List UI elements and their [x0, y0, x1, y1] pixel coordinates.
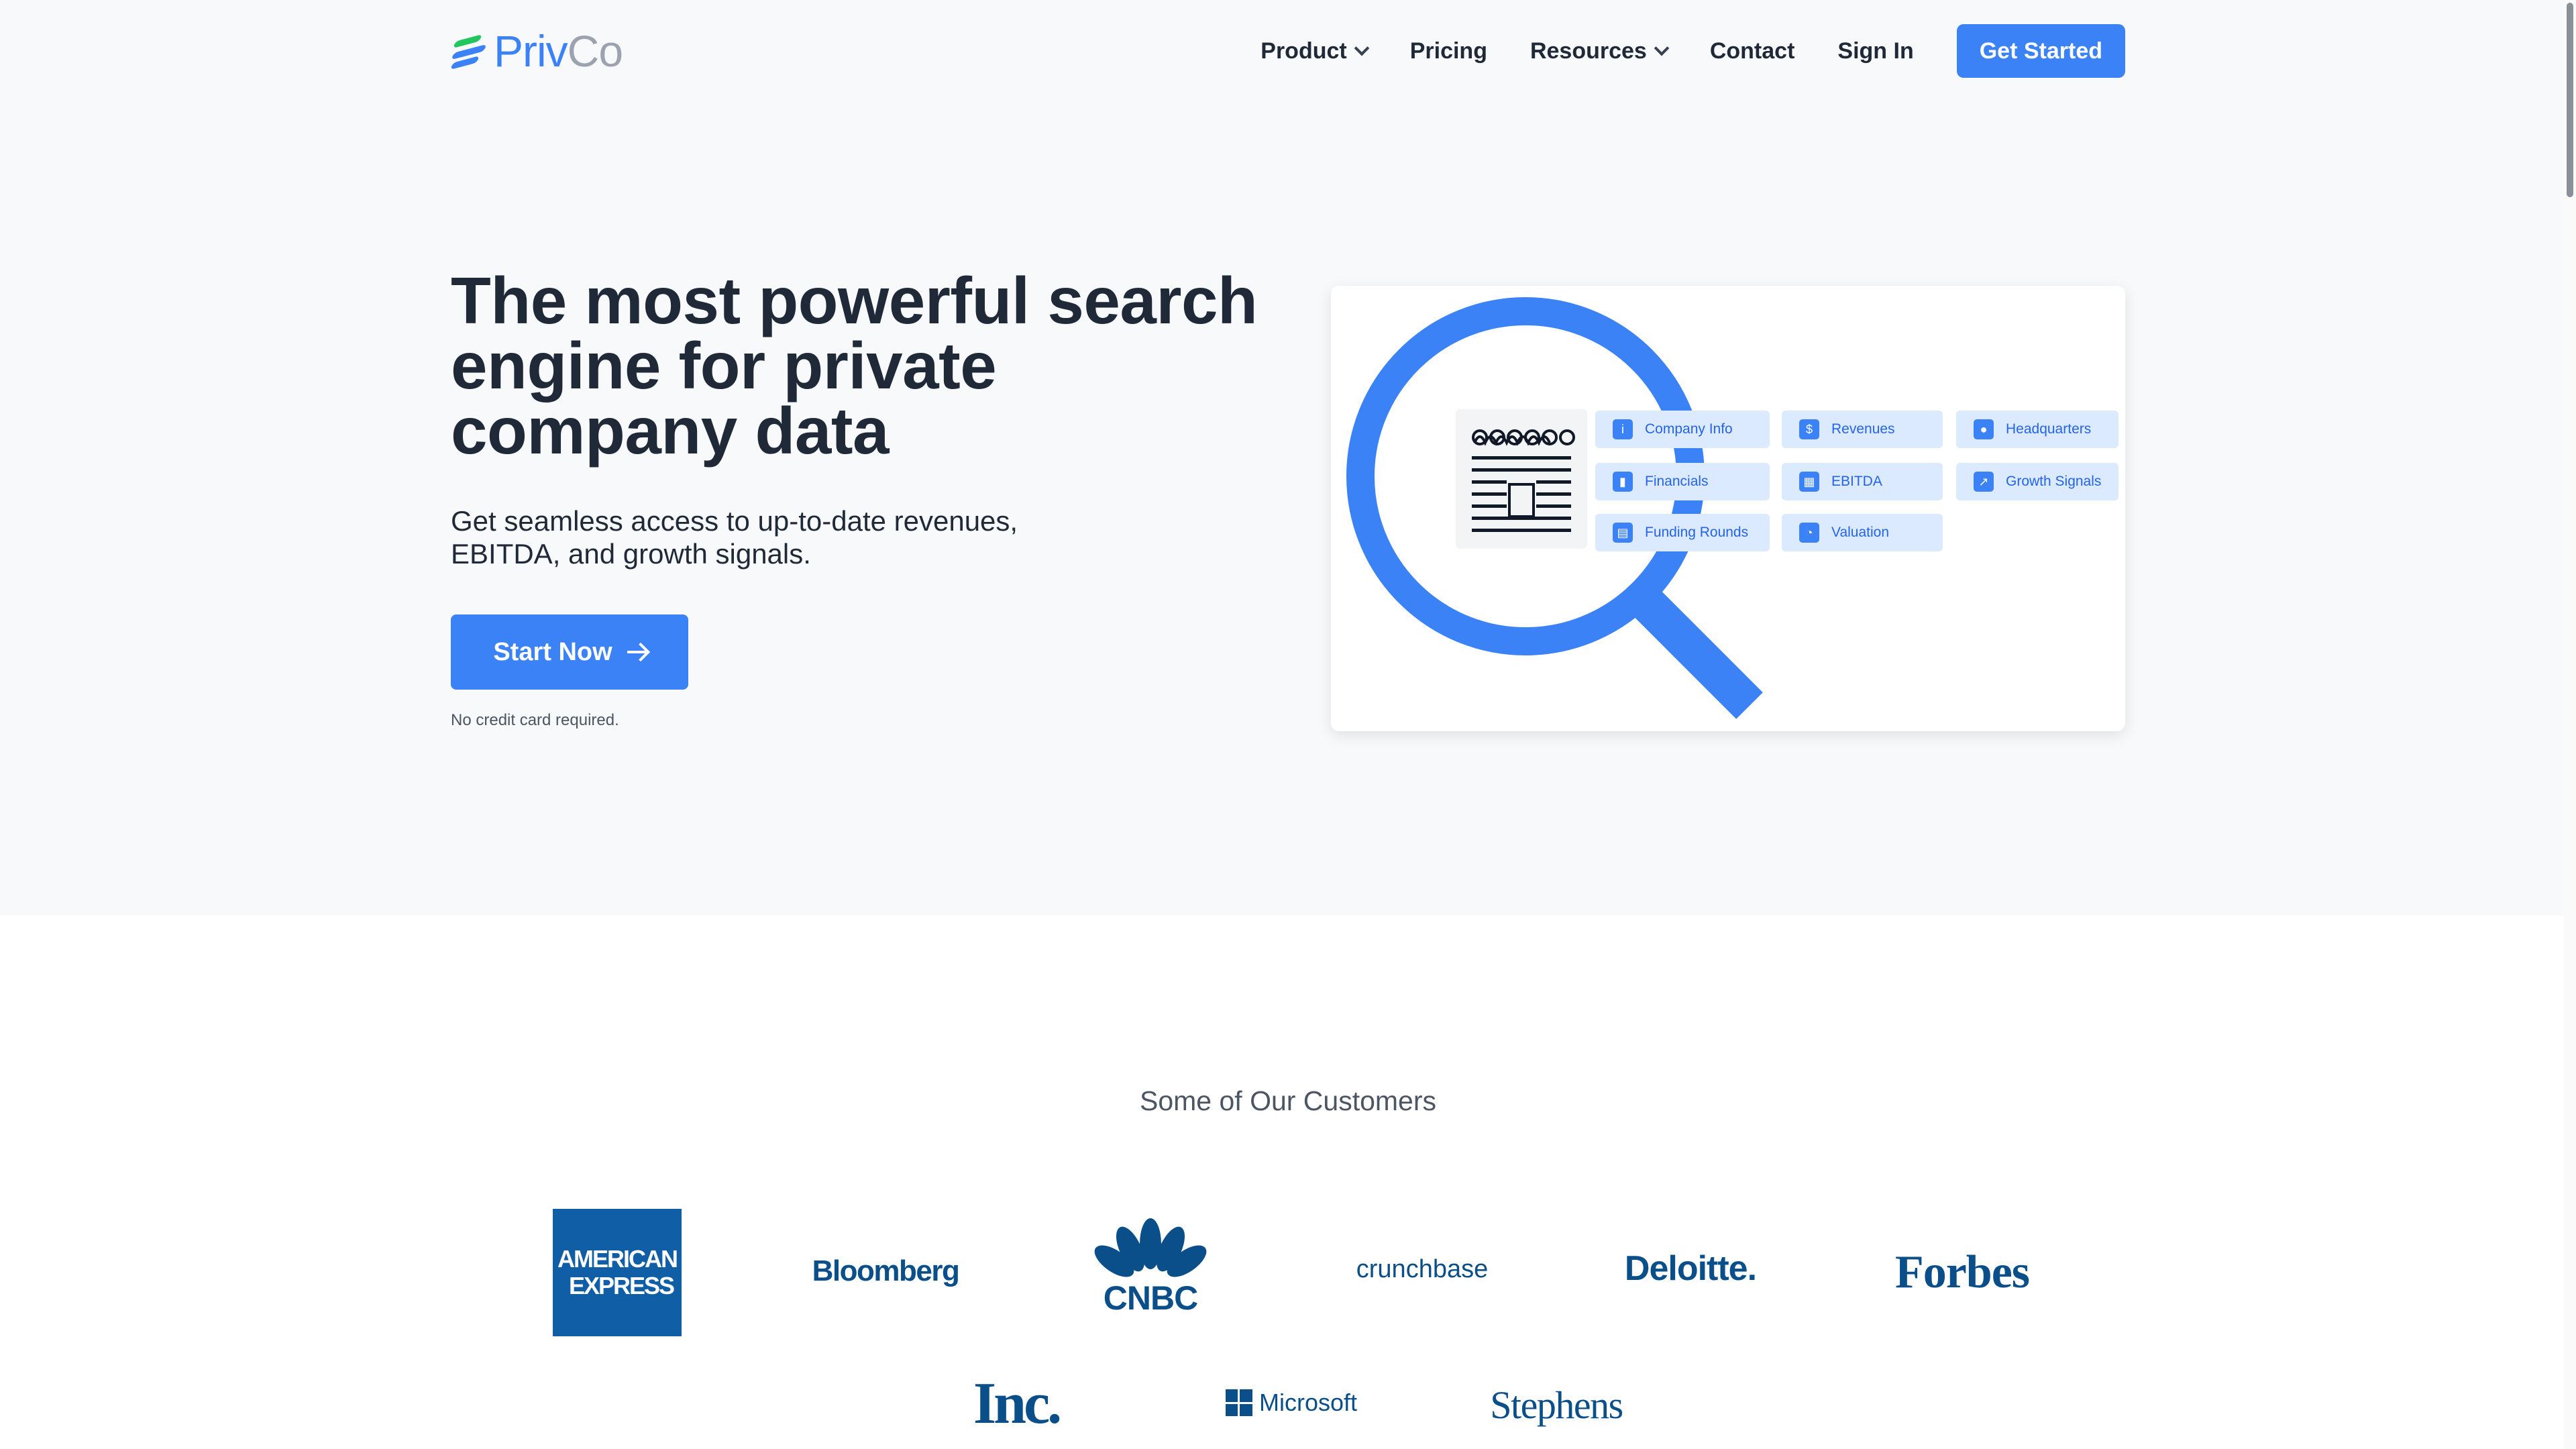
chip-ebitda: ▦ EBITDA — [1782, 463, 1943, 500]
magnifier-illustration — [1346, 297, 1763, 719]
hero-section — [0, 0, 2576, 916]
chip-headquarters: ● Headquarters — [1956, 411, 2118, 448]
forbes-logo: Forbes — [1894, 1246, 2030, 1298]
nav-pricing-label: Pricing — [1409, 38, 1487, 64]
chip-label: Financials — [1645, 474, 1709, 489]
microsoft-grid-icon — [1225, 1389, 1252, 1416]
chip-company-info: i Company Info — [1595, 411, 1770, 448]
peacock-icon — [1094, 1218, 1207, 1277]
chip-label: Funding Rounds — [1645, 525, 1749, 540]
site-header: PrivCo Product Pricing Resources Contact… — [450, 24, 2125, 78]
bloomberg-logo: Bloomberg — [812, 1254, 960, 1287]
start-now-label: Start Now — [493, 637, 612, 666]
calendar-icon: ▤ — [1613, 523, 1633, 543]
deloitte-logo: Deloitte. — [1624, 1249, 1757, 1288]
page-scrollbar[interactable] — [2564, 0, 2576, 1449]
chip-label: Company Info — [1645, 421, 1733, 437]
privco-logo[interactable]: PrivCo — [450, 25, 623, 76]
american-express-logo: AMERICAN EXPRESS — [553, 1209, 682, 1336]
chip-label: Valuation — [1831, 525, 1890, 540]
hero-title: The most powerful search engine for priv… — [451, 264, 1258, 468]
chip-funding-rounds: ▤ Funding Rounds — [1595, 514, 1770, 551]
get-started-button[interactable]: Get Started — [1956, 24, 2125, 78]
location-pin-icon: ● — [1974, 419, 1994, 439]
chip-growth-signals: ↗ Growth Signals — [1956, 463, 2118, 500]
arrow-right-icon — [627, 651, 646, 653]
logo-text: PrivCo — [494, 26, 623, 76]
chevron-down-icon — [1654, 40, 1670, 56]
chip-valuation: ◔ Valuation — [1782, 514, 1943, 551]
company-document-icon — [1456, 409, 1587, 549]
no-credit-card-note: No credit card required. — [451, 711, 619, 729]
scrollbar-thumb[interactable] — [2567, 3, 2573, 197]
chip-label: Headquarters — [2006, 421, 2092, 437]
nav-contact-label: Contact — [1709, 38, 1795, 64]
nav-product[interactable]: Product — [1260, 38, 1370, 64]
chip-label: EBITDA — [1831, 474, 1882, 489]
nav-resources[interactable]: Resources — [1529, 38, 1670, 64]
stephens-logo: Stephens — [1490, 1383, 1623, 1427]
nav-product-label: Product — [1260, 38, 1347, 64]
nav-pricing[interactable]: Pricing — [1410, 38, 1487, 64]
nav-sign-in-label: Sign In — [1837, 38, 1914, 64]
start-now-button[interactable]: Start Now — [451, 614, 688, 690]
chevron-down-icon — [1354, 40, 1370, 56]
cnbc-logo: CNBC — [1087, 1214, 1214, 1322]
info-icon: i — [1613, 419, 1633, 439]
nav-resources-label: Resources — [1529, 38, 1647, 64]
chip-revenues: $ Revenues — [1782, 411, 1943, 448]
calculator-icon: ▦ — [1799, 472, 1819, 492]
chip-label: Growth Signals — [2006, 474, 2102, 489]
dollar-icon: $ — [1799, 419, 1819, 439]
crunchbase-logo: crunchbase — [1356, 1254, 1489, 1283]
chip-label: Revenues — [1831, 421, 1895, 437]
privco-logo-icon — [450, 32, 488, 70]
pie-chart-icon: ◔ — [1799, 523, 1819, 543]
chip-financials: ▮ Financials — [1595, 463, 1770, 500]
bar-chart-icon: ▮ — [1613, 472, 1633, 492]
main-nav: Product Pricing Resources Contact Sign I… — [1260, 24, 2125, 78]
nav-contact[interactable]: Contact — [1710, 38, 1795, 64]
inc-logo: Inc. — [973, 1371, 1062, 1436]
search-illustration-card: i Company Info $ Revenues ● Headquarters… — [1331, 286, 2125, 731]
trend-up-icon: ↗ — [1974, 472, 1994, 492]
customers-heading: Some of Our Customers — [1139, 1085, 1437, 1116]
nav-sign-in[interactable]: Sign In — [1837, 38, 1913, 64]
hero-subtitle: Get seamless access to up-to-date revenu… — [451, 505, 1018, 570]
microsoft-logo: Microsoft — [1221, 1385, 1362, 1421]
